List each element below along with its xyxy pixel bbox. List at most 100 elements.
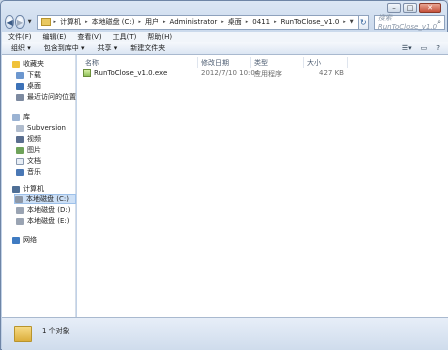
preview-pane-icon[interactable]: ▭ bbox=[421, 44, 428, 52]
history-dropdown-icon[interactable]: ▼ bbox=[28, 19, 32, 25]
caption-buttons: – □ ✕ bbox=[387, 3, 441, 13]
column-header-name[interactable]: 名称 bbox=[85, 58, 99, 68]
sidebar-item-videos[interactable]: 视频 bbox=[16, 134, 41, 144]
chevron-right-icon[interactable]: ▸ bbox=[274, 19, 277, 25]
search-placeholder: 搜索 RunToClose_v1.0 bbox=[377, 14, 438, 31]
refresh-icon: ↻ bbox=[359, 17, 367, 27]
sidebar-libraries[interactable]: 库 bbox=[12, 112, 30, 122]
refresh-button[interactable]: ↻ bbox=[358, 14, 369, 30]
breadcrumb-0411[interactable]: 0411 bbox=[252, 18, 270, 26]
chevron-right-icon[interactable]: ▸ bbox=[54, 19, 57, 25]
item-count: 1 个对象 bbox=[42, 327, 70, 335]
library-icon bbox=[12, 113, 20, 121]
sidebar-item-subversion[interactable]: Subversion bbox=[16, 123, 66, 133]
sidebar-computer[interactable]: 计算机 bbox=[12, 184, 44, 194]
breadcrumb-runtoclose[interactable]: RunToClose_v1.0 bbox=[281, 18, 340, 26]
help-icon[interactable]: ? bbox=[436, 44, 440, 52]
sidebar-label: 计算机 bbox=[23, 185, 44, 193]
computer-icon bbox=[12, 185, 20, 193]
breadcrumb-users[interactable]: 用户 bbox=[145, 17, 159, 27]
column-divider[interactable] bbox=[303, 57, 304, 68]
sidebar-item-music[interactable]: 音乐 bbox=[16, 167, 41, 177]
search-input[interactable]: 搜索 RunToClose_v1.0 ⌕ bbox=[373, 14, 446, 31]
breadcrumb-computer[interactable]: 计算机 bbox=[60, 17, 81, 27]
sidebar-item-drive-c[interactable]: 本地磁盘 (C:) bbox=[14, 194, 76, 204]
file-date: 2012/7/10 10:04 bbox=[201, 69, 260, 77]
sidebar-item-recent[interactable]: 最近访问的位置 bbox=[16, 92, 76, 102]
new-folder-button[interactable]: 新建文件夹 bbox=[130, 43, 165, 53]
sidebar-label: Subversion bbox=[27, 124, 66, 132]
address-dropdown-icon[interactable]: ▼ bbox=[350, 19, 354, 25]
file-size: 427 KB bbox=[319, 69, 344, 77]
include-in-library-button[interactable]: 包含到库中 ▾ bbox=[44, 43, 85, 53]
maximize-button[interactable]: □ bbox=[403, 3, 417, 13]
sidebar-item-documents[interactable]: 文档 bbox=[16, 156, 41, 166]
music-icon bbox=[16, 168, 24, 176]
download-icon bbox=[16, 71, 24, 79]
sidebar-item-downloads[interactable]: 下载 bbox=[16, 70, 41, 80]
close-button[interactable]: ✕ bbox=[419, 3, 441, 13]
sidebar-label: 下载 bbox=[27, 71, 41, 79]
column-divider[interactable] bbox=[197, 57, 198, 68]
folder-icon bbox=[40, 18, 51, 26]
column-header-type[interactable]: 类型 bbox=[254, 58, 268, 68]
navigation-pane: 收藏夹 下载 桌面 最近访问的位置 库 Subversion 视频 图片 文档 … bbox=[2, 55, 76, 317]
sidebar-item-drive-d[interactable]: 本地磁盘 (D:) bbox=[16, 205, 70, 215]
chevron-right-icon[interactable]: ▸ bbox=[343, 19, 346, 25]
menu-view[interactable]: 查看(V) bbox=[77, 32, 101, 42]
breadcrumb-administrator[interactable]: Administrator bbox=[170, 18, 218, 26]
breadcrumb-drive-c[interactable]: 本地磁盘 (C:) bbox=[92, 17, 135, 27]
sidebar-label: 收藏夹 bbox=[23, 60, 44, 68]
sidebar-label: 最近访问的位置 bbox=[27, 93, 76, 101]
menu-file[interactable]: 文件(F) bbox=[8, 32, 32, 42]
forward-button[interactable]: ▶ bbox=[15, 15, 25, 29]
column-header-date[interactable]: 修改日期 bbox=[201, 58, 229, 68]
organize-button[interactable]: 组织 ▾ bbox=[11, 43, 31, 53]
back-button[interactable]: ◀ bbox=[5, 15, 15, 29]
arrow-left-icon: ◀ bbox=[6, 17, 13, 27]
chevron-right-icon[interactable]: ▸ bbox=[246, 19, 249, 25]
sidebar-item-pictures[interactable]: 图片 bbox=[16, 145, 41, 155]
chevron-right-icon[interactable]: ▸ bbox=[85, 19, 88, 25]
column-header-size[interactable]: 大小 bbox=[307, 58, 321, 68]
view-options-icon[interactable]: ☰▾ bbox=[402, 44, 412, 52]
breadcrumb-desktop[interactable]: 桌面 bbox=[228, 17, 242, 27]
sidebar-label: 本地磁盘 (D:) bbox=[27, 206, 71, 214]
menu-help[interactable]: 帮助(H) bbox=[147, 32, 172, 42]
address-bar[interactable]: ▸ 计算机 ▸ 本地磁盘 (C:) ▸ 用户 ▸ Administrator ▸… bbox=[36, 14, 359, 30]
menu-edit[interactable]: 编辑(E) bbox=[43, 32, 67, 42]
sidebar-label: 文档 bbox=[27, 157, 41, 165]
sidebar-label: 桌面 bbox=[27, 82, 41, 90]
folder-icon bbox=[14, 326, 32, 342]
column-divider[interactable] bbox=[250, 57, 251, 68]
sidebar-item-desktop[interactable]: 桌面 bbox=[16, 81, 41, 91]
chevron-right-icon[interactable]: ▸ bbox=[163, 19, 166, 25]
sidebar-item-drive-e[interactable]: 本地磁盘 (E:) bbox=[16, 216, 69, 226]
sidebar-label: 本地磁盘 (E:) bbox=[27, 217, 70, 225]
sidebar-label: 网络 bbox=[23, 236, 37, 244]
sidebar-network[interactable]: 网络 bbox=[12, 235, 37, 245]
chevron-right-icon[interactable]: ▸ bbox=[139, 19, 142, 25]
file-name[interactable]: RunToClose_v1.0.exe bbox=[94, 69, 167, 81]
file-type: 应用程序 bbox=[254, 70, 282, 78]
subversion-icon bbox=[16, 124, 24, 132]
chevron-right-icon[interactable]: ▸ bbox=[221, 19, 224, 25]
column-divider[interactable] bbox=[347, 57, 348, 68]
menu-tools[interactable]: 工具(T) bbox=[113, 32, 137, 42]
recent-places-icon bbox=[16, 93, 24, 101]
share-button[interactable]: 共享 ▾ bbox=[98, 43, 118, 53]
search-icon: ⌕ bbox=[437, 17, 442, 26]
sidebar-label: 音乐 bbox=[27, 168, 41, 176]
navigation-row: ◀ ▶ ▼ ▸ 计算机 ▸ 本地磁盘 (C:) ▸ 用户 ▸ Administr… bbox=[5, 13, 446, 31]
sidebar-label: 库 bbox=[23, 113, 30, 121]
sidebar-favorites[interactable]: 收藏夹 bbox=[12, 59, 44, 69]
arrow-right-icon: ▶ bbox=[16, 17, 24, 27]
document-icon bbox=[16, 157, 24, 165]
drive-icon bbox=[16, 206, 24, 214]
drive-icon bbox=[15, 195, 23, 203]
command-bar: 组织 ▾ 包含到库中 ▾ 共享 ▾ 新建文件夹 ☰▾ ▭ ? bbox=[2, 42, 448, 55]
sidebar-label: 视频 bbox=[27, 135, 41, 143]
minimize-button[interactable]: – bbox=[387, 3, 401, 13]
video-icon bbox=[16, 135, 24, 143]
desktop-icon bbox=[16, 82, 24, 90]
